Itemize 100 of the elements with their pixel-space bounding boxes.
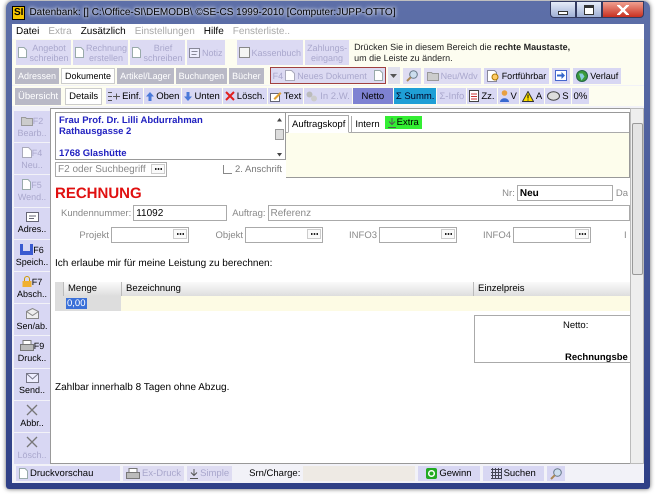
- maximize-button[interactable]: [576, 1, 602, 18]
- warning-icon: [522, 90, 534, 102]
- tool-button[interactable]: Einf.: [106, 88, 144, 104]
- total-label: Rechnungsbe: [565, 352, 628, 363]
- globe-icon: [576, 70, 588, 82]
- document-search-icon: [486, 70, 500, 82]
- document-title: RECHNUNG: [55, 184, 143, 202]
- sidebar-button[interactable]: Sen/ab.: [14, 304, 50, 336]
- delete-icon: [224, 91, 235, 101]
- field-label: INFO4: [482, 230, 511, 240]
- tool-button[interactable]: V: [498, 88, 519, 104]
- tool-button[interactable]: S: [545, 88, 571, 104]
- tool-button[interactable]: Unten: [182, 88, 222, 104]
- table-corner: [55, 282, 63, 296]
- grid-icon: [490, 468, 502, 479]
- page-icon: [22, 147, 32, 158]
- sidebar-button[interactable]: Adres..: [14, 208, 50, 239]
- document-icon: [374, 70, 383, 81]
- tool-button[interactable]: Lösch.: [222, 88, 267, 104]
- search-icon: [550, 468, 562, 480]
- number-field[interactable]: Neu: [516, 185, 613, 201]
- tool-button[interactable]: Σ Summ.: [394, 88, 436, 104]
- tab[interactable]: Details: [65, 88, 102, 104]
- cross-icon: [26, 404, 38, 416]
- status-button[interactable]: Gewinn: [418, 466, 480, 481]
- hint-text: Drücken Sie in diesem Bereich die rechte Maustaste, um die Leiste zu ändern.: [354, 42, 572, 64]
- status-button[interactable]: Suchen: [482, 466, 544, 481]
- status-button[interactable]: Druckvorschau: [16, 466, 120, 481]
- sidebar-button[interactable]: Abbr..: [14, 400, 50, 432]
- arrow-right-icon: [555, 70, 568, 81]
- tool-button[interactable]: Zz.: [467, 88, 497, 104]
- toolbar-button[interactable]: Fortführbar: [484, 68, 550, 84]
- window-title: Datenbank: [] C:\Office-SI\DEMODB\ ©SE-CS 1999-2010 [Computer:JUPP-OTTO]: [29, 7, 396, 18]
- caret-icon: [390, 74, 398, 78]
- tab[interactable]: Auftragskopf: [288, 115, 350, 133]
- close-button[interactable]: [602, 1, 644, 18]
- insert-lines-icon: [108, 90, 120, 102]
- document-icon: [18, 47, 27, 58]
- dropdown-button[interactable]: [388, 67, 400, 84]
- tool-button[interactable]: Text: [268, 88, 304, 104]
- search-button[interactable]: [546, 466, 565, 481]
- printer-icon: [20, 340, 34, 352]
- toolbar-button[interactable]: Verlauf: [573, 68, 622, 84]
- piggy-bank-icon: [547, 91, 560, 101]
- field-label: INFO3: [348, 230, 377, 240]
- sidebar-button[interactable]: F7 Absch..: [14, 272, 50, 304]
- sidebar-button[interactable]: F6 Speich..: [14, 240, 50, 271]
- more-button[interactable]: [441, 229, 455, 239]
- field-label: Nr:: [502, 188, 515, 198]
- sidebar-button[interactable]: Send..: [14, 368, 50, 400]
- tool-button[interactable]: A: [520, 88, 544, 104]
- address-line: Rathausgasse 2: [59, 126, 132, 137]
- tool-button[interactable]: 0%: [572, 88, 590, 104]
- circles-icon: [306, 90, 318, 102]
- field-label: Objekt: [214, 230, 243, 240]
- field-label: Da: [616, 188, 628, 198]
- more-button[interactable]: [151, 164, 165, 174]
- checkbox[interactable]: [223, 165, 232, 174]
- search-field[interactable]: F2 oder Suchbegriff: [55, 162, 167, 177]
- intro-text: Ich erlaube mir für meine Leistung zu berechnen:: [55, 258, 274, 269]
- menu-item[interactable]: Datei: [16, 26, 40, 37]
- field-label: Srn/Charge:: [249, 468, 300, 479]
- save-icon: [20, 244, 34, 255]
- minimize-button[interactable]: [550, 1, 576, 18]
- search-icon: [406, 70, 418, 82]
- card-icon: [26, 212, 38, 222]
- cross-icon: [26, 436, 38, 448]
- more-button[interactable]: [173, 229, 187, 239]
- folder-icon: [426, 70, 439, 80]
- total-label: Netto:: [563, 320, 588, 331]
- menu-item[interactable]: Zusätzlich: [80, 26, 126, 37]
- customer-number-field[interactable]: 11092: [133, 205, 228, 221]
- ring-icon: [426, 468, 438, 479]
- document-icon: [19, 468, 28, 479]
- tool-button[interactable]: Oben: [144, 88, 182, 104]
- menu-item[interactable]: Hilfe: [204, 26, 224, 37]
- field-label: I: [624, 230, 627, 240]
- sidebar-button[interactable]: F9 Druck..: [14, 336, 50, 368]
- calendar-icon: [469, 90, 480, 102]
- app-logo: SI: [12, 6, 26, 20]
- tool-button[interactable]: Netto: [352, 88, 393, 104]
- checkbox-icon: [238, 47, 250, 58]
- field-label: Kundennummer:: [61, 208, 132, 218]
- more-button[interactable]: [575, 229, 589, 239]
- page-icon: [285, 70, 296, 81]
- order-field[interactable]: Referenz: [268, 205, 630, 221]
- pencil-icon: [270, 90, 282, 102]
- table-cell[interactable]: 0,00: [66, 298, 86, 309]
- field-label: Auftrag:: [232, 208, 266, 218]
- more-button[interactable]: [307, 229, 321, 239]
- next-button[interactable]: [552, 68, 570, 84]
- search-button[interactable]: [402, 68, 421, 84]
- download-icon: [190, 468, 198, 478]
- note-icon: [189, 48, 200, 58]
- field-label: Projekt: [78, 230, 109, 240]
- mail-icon: [26, 308, 38, 320]
- folder-icon: [20, 116, 33, 126]
- person-icon: [500, 90, 509, 102]
- tab[interactable]: Extra: [384, 116, 422, 129]
- tab[interactable]: Dokumente: [61, 68, 116, 84]
